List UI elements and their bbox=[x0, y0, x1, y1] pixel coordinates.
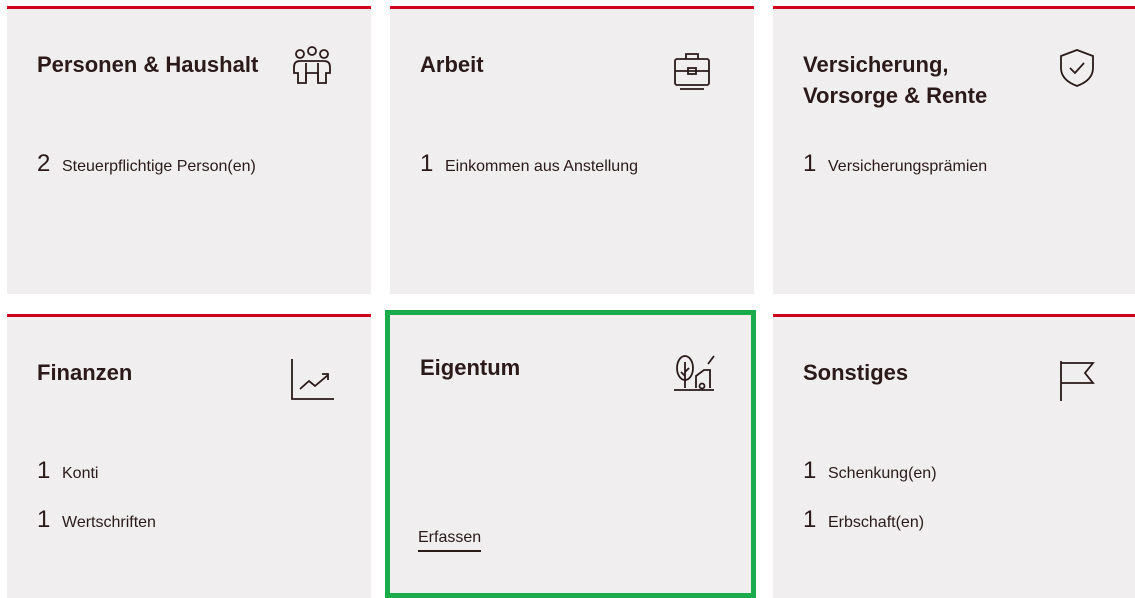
people-group-icon bbox=[290, 45, 334, 89]
stat-label: Wertschriften bbox=[62, 514, 156, 531]
tile-title: Sonstiges bbox=[803, 360, 909, 385]
tile-title: Eigentum bbox=[420, 355, 521, 380]
stat-label: Einkommen aus Anstellung bbox=[445, 158, 638, 175]
tile-finanzen[interactable]: Finanzen 1 Konti 1 Wertschriften bbox=[7, 314, 371, 598]
tile-title: Finanzen bbox=[37, 360, 133, 385]
stat-count: 1 bbox=[803, 150, 817, 177]
stat-count: 1 bbox=[37, 457, 51, 484]
stat-row: 1 Schenkung(en) bbox=[803, 457, 937, 485]
stat-row: 1 Wertschriften bbox=[37, 506, 156, 534]
stat-row: 1 Versicherungsprämien bbox=[803, 150, 987, 178]
stat-count: 1 bbox=[803, 457, 817, 484]
stat-row: 1 Konti bbox=[37, 457, 98, 485]
briefcase-icon bbox=[670, 49, 714, 93]
stat-count: 1 bbox=[803, 506, 817, 533]
stat-label: Erbschaft(en) bbox=[828, 514, 925, 531]
stat-count: 2 bbox=[37, 150, 51, 177]
stat-count: 1 bbox=[420, 150, 434, 177]
stat-label: Schenkung(en) bbox=[828, 465, 937, 482]
tile-versicherung-vorsorge-rente[interactable]: Versicherung, Vorsorge & Rente 1 Versich… bbox=[773, 6, 1135, 294]
erfassen-link[interactable]: Erfassen bbox=[418, 529, 482, 552]
tile-title: Arbeit bbox=[420, 52, 484, 77]
tile-eigentum[interactable]: Eigentum Erfassen bbox=[385, 310, 756, 598]
flag-icon bbox=[1055, 357, 1099, 401]
tile-personen-haushalt[interactable]: Personen & Haushalt 2 Steuerpflichtige P… bbox=[7, 6, 371, 294]
tile-arbeit[interactable]: Arbeit 1 Einkommen aus Anstellung bbox=[390, 6, 754, 294]
stat-label: Versicherungsprämien bbox=[828, 158, 988, 175]
tile-title: Personen & Haushalt bbox=[37, 52, 259, 77]
shield-check-icon bbox=[1055, 46, 1099, 90]
tree-car-property-icon bbox=[672, 350, 716, 394]
stat-count: 1 bbox=[37, 506, 51, 533]
trend-chart-icon bbox=[290, 357, 334, 401]
tile-sonstiges[interactable]: Sonstiges 1 Schenkung(en) 1 Erbschaft(en… bbox=[773, 314, 1135, 598]
tile-title: Versicherung, Vorsorge & Rente bbox=[803, 52, 988, 108]
stat-label: Steuerpflichtige Person(en) bbox=[62, 158, 256, 175]
stat-row: 1 Erbschaft(en) bbox=[803, 506, 924, 534]
stat-row: 1 Einkommen aus Anstellung bbox=[420, 150, 638, 178]
stat-row: 2 Steuerpflichtige Person(en) bbox=[37, 150, 256, 178]
stat-label: Konti bbox=[62, 465, 99, 482]
